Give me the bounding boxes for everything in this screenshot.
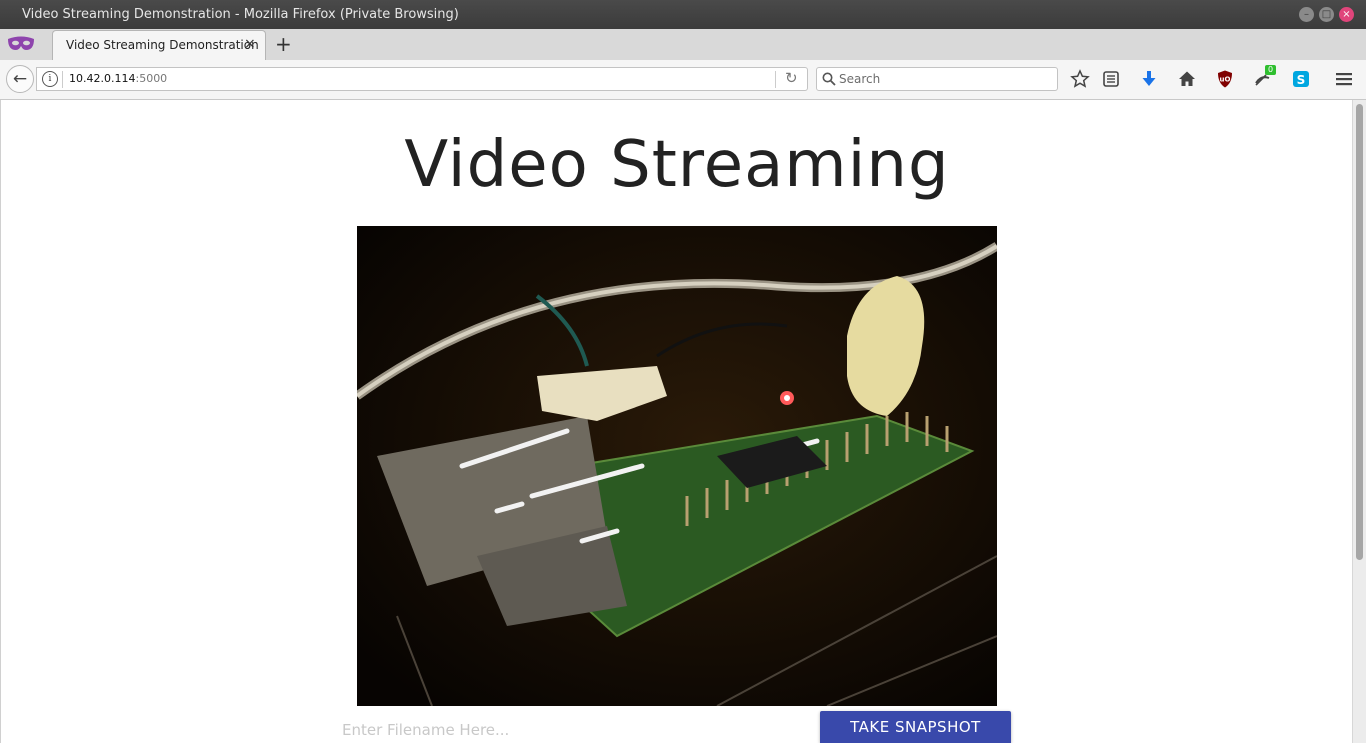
ublock-icon[interactable]: uO <box>1215 69 1235 89</box>
skype-icon[interactable]: S <box>1291 69 1311 89</box>
hamburger-menu-icon[interactable] <box>1334 69 1354 89</box>
search-bar[interactable] <box>816 67 1058 91</box>
tab-close-icon[interactable]: × <box>244 36 256 52</box>
minimize-button[interactable]: – <box>1299 7 1314 22</box>
vertical-scrollbar[interactable] <box>1352 100 1366 743</box>
site-info-icon[interactable]: i <box>42 71 58 87</box>
url-port: :5000 <box>135 72 168 85</box>
reading-list-icon[interactable] <box>1101 69 1121 89</box>
page-content: Video Streaming Enter Filename Here... T… <box>0 100 1352 743</box>
url-bar[interactable]: i 10.42.0.114:5000 ↻ <box>36 67 808 91</box>
urlbar-divider <box>62 71 63 88</box>
download-icon[interactable] <box>1139 69 1159 89</box>
url-text[interactable]: 10.42.0.114:5000 <box>69 72 167 85</box>
private-browsing-mask-icon <box>8 36 34 50</box>
filename-input[interactable] <box>342 717 802 743</box>
bookmark-star-icon[interactable] <box>1070 69 1090 89</box>
back-button[interactable]: ← <box>6 65 34 93</box>
page-title: Video Streaming <box>404 128 950 202</box>
home-icon[interactable] <box>1177 69 1197 89</box>
extension-badge-count: 0 <box>1265 65 1277 75</box>
window-titlebar: Video Streaming Demonstration - Mozilla … <box>0 0 1366 29</box>
svg-text:S: S <box>1297 73 1306 87</box>
video-stream <box>357 226 997 706</box>
close-window-button[interactable]: × <box>1339 7 1354 22</box>
maximize-button[interactable]: □ <box>1319 7 1334 22</box>
search-icon <box>822 72 836 86</box>
urlbar-divider-2 <box>775 71 776 88</box>
tab-title: Video Streaming Demonstration <box>66 38 259 52</box>
tab-video-streaming[interactable]: Video Streaming Demonstration × <box>52 30 266 60</box>
tab-strip: Video Streaming Demonstration × + <box>0 29 1366 61</box>
window-title: Video Streaming Demonstration - Mozilla … <box>22 7 459 22</box>
navigation-toolbar: ← i 10.42.0.114:5000 ↻ uO 0 <box>0 60 1366 100</box>
reload-icon[interactable]: ↻ <box>785 69 798 87</box>
search-input[interactable] <box>839 70 1049 88</box>
svg-text:uO: uO <box>1220 76 1231 84</box>
scrollbar-thumb[interactable] <box>1356 104 1363 560</box>
new-tab-button[interactable]: + <box>275 32 292 56</box>
take-snapshot-button[interactable]: TAKE SNAPSHOT <box>820 711 1011 743</box>
url-host: 10.42.0.114 <box>69 72 136 85</box>
